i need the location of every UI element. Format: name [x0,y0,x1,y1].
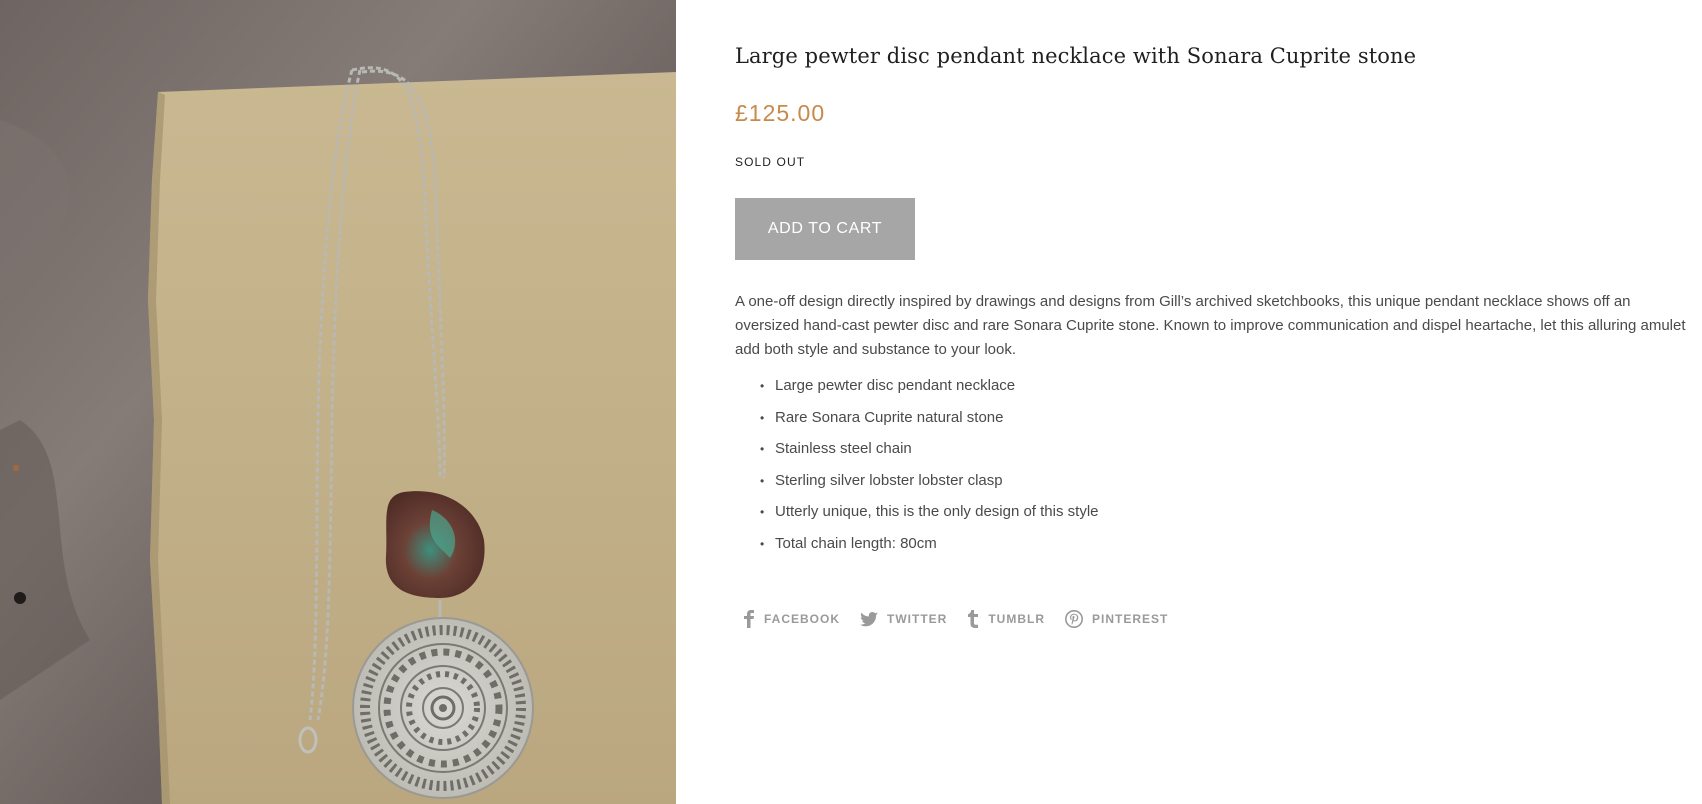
share-pinterest-link[interactable]: PINTEREST [1065,610,1168,628]
list-item: Utterly unique, this is the only design … [760,502,1098,522]
facebook-icon [744,610,754,628]
product-price: £125.00 [735,100,826,126]
feature-list: Large pewter disc pendant necklace Rare … [735,376,1099,565]
product-description: A one-off design directly inspired by dr… [735,293,1686,358]
share-facebook-link[interactable]: FACEBOOK [743,610,840,628]
social-share-bar: FACEBOOK TWITTER TUMBLR PINTEREST [743,610,1188,628]
tumblr-icon [968,610,979,628]
list-item: Stainless steel chain [760,439,1099,459]
product-title: Large pewter disc pendant necklace with … [735,44,1417,68]
list-item: Large pewter disc pendant necklace [760,376,1099,396]
twitter-icon [860,611,879,626]
product-image[interactable] [0,0,676,804]
share-twitter-link[interactable]: TWITTER [860,611,948,627]
stock-status: SOLD OUT [735,155,806,169]
share-pinterest-label: PINTEREST [1092,612,1169,626]
pinterest-icon [1065,610,1083,628]
list-item: Rare Sonara Cuprite natural stone [760,408,1099,428]
add-to-cart-button[interactable]: ADD TO CART [735,198,915,260]
share-tumblr-link[interactable]: TUMBLR [967,610,1045,628]
list-item: Total chain length: 80cm [760,534,1099,554]
share-facebook-label: FACEBOOK [764,612,841,626]
share-twitter-label: TWITTER [887,612,948,626]
list-item: Sterling silver lobster lobster clasp [760,471,1099,491]
share-tumblr-label: TUMBLR [988,612,1045,626]
